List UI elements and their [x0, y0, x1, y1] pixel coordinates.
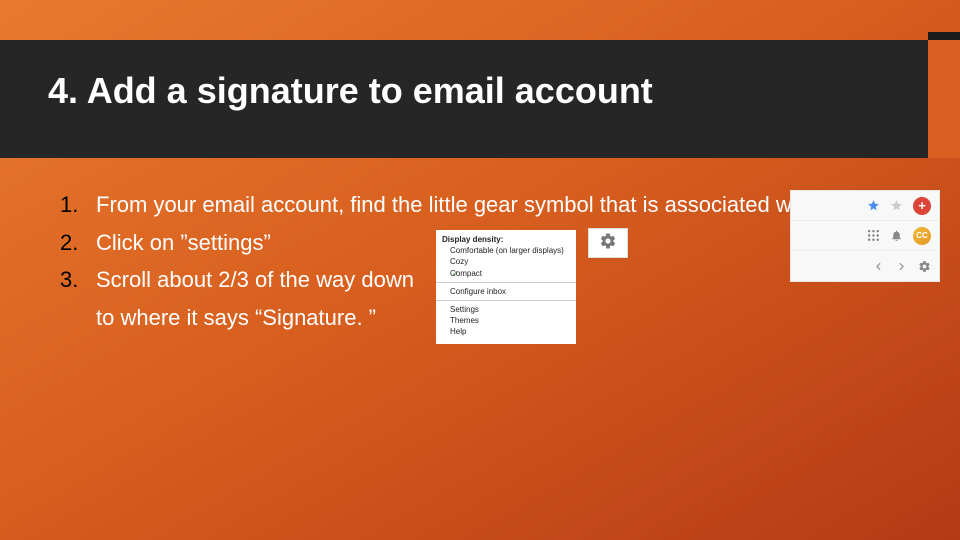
bell-icon: [890, 229, 903, 242]
star-icon: [867, 199, 880, 212]
menu-item: Themes: [450, 315, 570, 326]
google-plus-icon: +: [913, 197, 931, 215]
slide-title: 4. Add a signature to email account: [48, 70, 653, 112]
menu-option: Comfortable (on larger displays): [450, 245, 570, 256]
star-icon: [890, 199, 903, 212]
menu-divider: [436, 300, 576, 301]
menu-item: Help: [450, 326, 570, 337]
slide: 4. Add a signature to email account 1. F…: [0, 0, 960, 540]
apps-grid-icon: [867, 229, 880, 242]
toolbar-row-3: [791, 251, 939, 281]
gear-icon: [918, 260, 931, 273]
gear-icon: [599, 232, 617, 255]
step-text: to where it says “Signature. ”: [96, 305, 376, 330]
menu-item: Configure inbox: [450, 286, 570, 297]
step-number: 3.: [60, 265, 78, 295]
step-text: Scroll about 2/3 of the way down: [96, 267, 414, 292]
chevron-left-icon: [872, 260, 885, 273]
menu-header: Display density:: [442, 234, 570, 245]
gmail-toolbar-thumbnail: + CC: [790, 190, 940, 282]
menu-item: Settings: [450, 304, 570, 315]
chevron-right-icon: [895, 260, 908, 273]
settings-menu-thumbnail: Display density: Comfortable (on larger …: [436, 230, 576, 344]
step-1: 1. From your email account, find the lit…: [48, 190, 912, 220]
step-number: 1.: [60, 190, 78, 220]
accent-top: [928, 32, 960, 40]
menu-divider: [436, 282, 576, 283]
toolbar-row-2: CC: [791, 221, 939, 251]
step-text: Click on ”settings”: [96, 230, 271, 255]
menu-option: Cozy: [450, 256, 570, 267]
settings-gear-thumbnail: [588, 228, 628, 258]
check-icon: ✓: [452, 268, 459, 279]
avatar: CC: [913, 227, 931, 245]
toolbar-row-1: +: [791, 191, 939, 221]
step-number: 2.: [60, 228, 78, 258]
menu-option-selected: ✓ Compact: [450, 268, 570, 279]
accent-strip: [928, 40, 960, 158]
